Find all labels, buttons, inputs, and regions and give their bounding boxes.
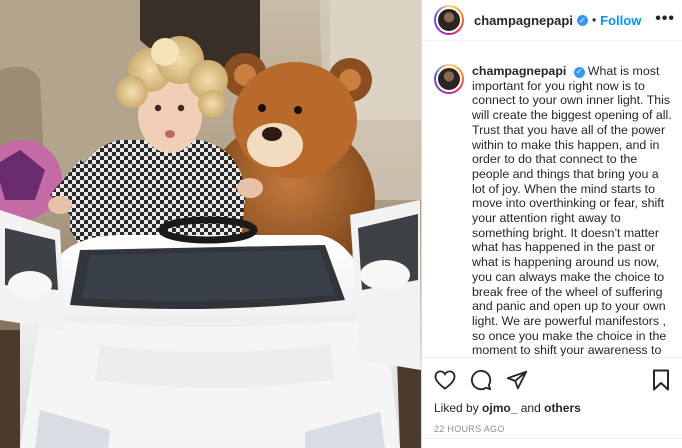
verified-badge-icon: ✓ (573, 66, 585, 78)
author-avatar-image (436, 7, 462, 33)
caption-author-avatar[interactable] (434, 64, 464, 94)
separator-dot: • (591, 13, 597, 27)
likes-user[interactable]: ojmo_ (482, 401, 517, 415)
follow-button[interactable]: Follow (600, 13, 641, 28)
post-photo-illustration (0, 0, 421, 448)
action-icons (434, 368, 671, 392)
likes-others[interactable]: others (544, 401, 581, 415)
author-avatar[interactable] (434, 5, 464, 35)
caption-username[interactable]: champagnepapi (472, 64, 566, 78)
post-timestamp[interactable]: 22 HOURS AGO (434, 424, 671, 434)
ellipsis-icon[interactable]: ••• (655, 11, 675, 27)
caption-text: champagnepapi ✓ What is most important fo… (472, 64, 673, 356)
author-username[interactable]: champagnepapi (474, 13, 573, 28)
post-header: champagnepapi ✓ • Follow ••• (422, 0, 682, 41)
caption-body: What is most important for you right now… (472, 64, 672, 356)
paper-plane-icon[interactable] (506, 369, 528, 391)
verified-badge-icon: ✓ (576, 14, 588, 26)
caption-author-avatar-image (436, 66, 462, 92)
post-side-panel: champagnepapi ✓ • Follow ••• champagnepa… (421, 0, 682, 448)
likes-line: Liked by ojmo_ and others (434, 401, 671, 415)
heart-icon[interactable] (434, 370, 456, 390)
bookmark-icon[interactable] (652, 369, 670, 391)
likes-and: and (520, 401, 541, 415)
post-actions: Liked by ojmo_ and others 22 HOURS AGO (422, 357, 682, 448)
add-comment-bar[interactable] (422, 438, 682, 448)
caption-scroll-area[interactable]: champagnepapi ✓ What is most important fo… (422, 42, 682, 356)
likes-prefix: Liked by (434, 401, 479, 415)
post-photo[interactable] (0, 0, 421, 448)
caption-row: champagnepapi ✓ What is most important fo… (434, 64, 673, 356)
comment-icon[interactable] (470, 369, 492, 391)
